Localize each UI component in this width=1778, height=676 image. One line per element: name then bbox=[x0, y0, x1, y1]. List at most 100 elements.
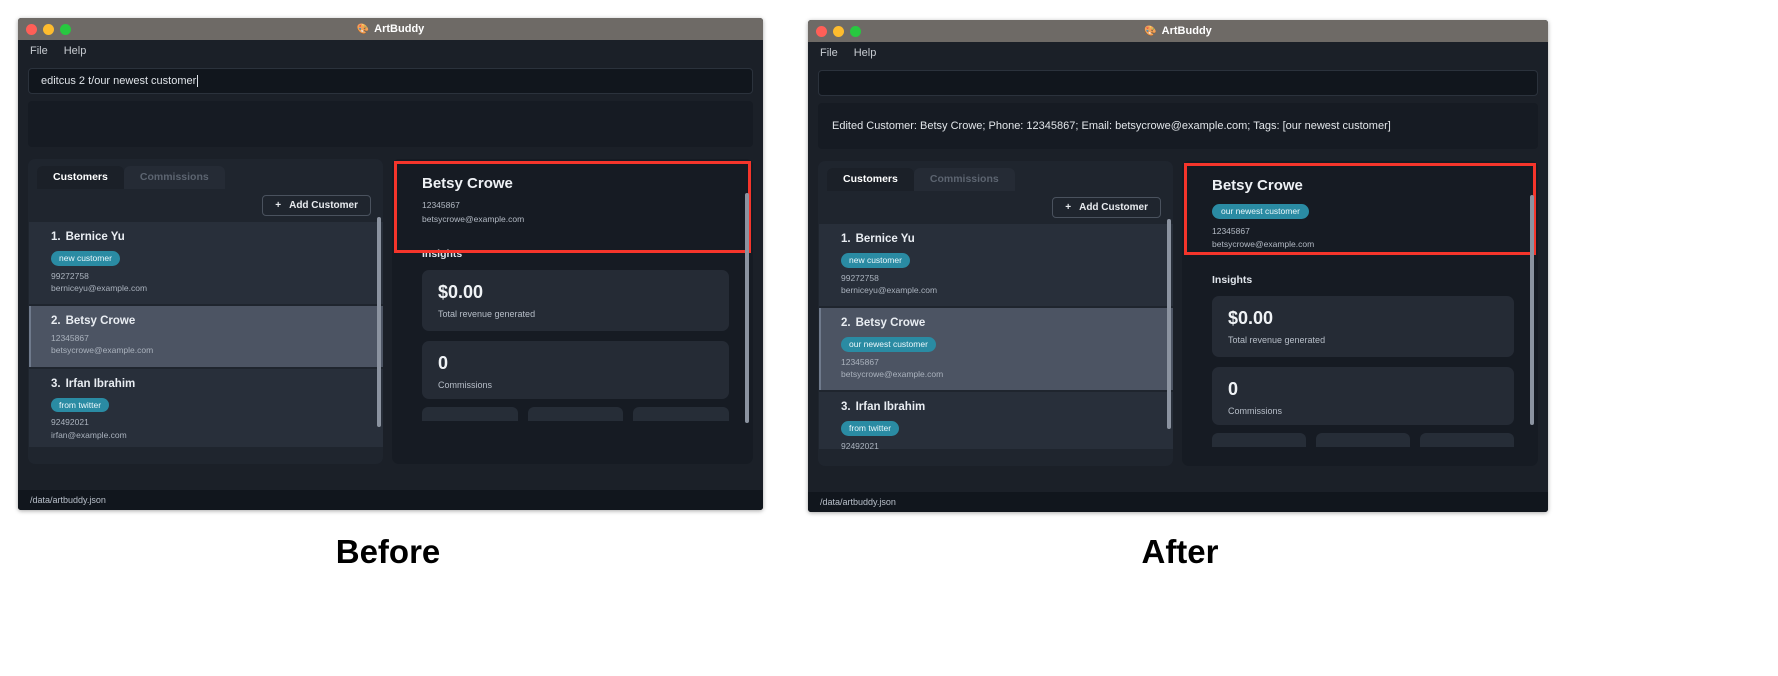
menubar: File Help bbox=[18, 40, 763, 62]
tab-commissions[interactable]: Commissions bbox=[123, 166, 225, 189]
customer-index: 3. bbox=[51, 377, 61, 390]
customer-tag: new customer bbox=[51, 251, 120, 266]
action-button-stub[interactable] bbox=[1316, 432, 1410, 447]
traffic-lights bbox=[26, 23, 71, 35]
customer-name-row: 2. Betsy Crowe bbox=[841, 317, 1173, 329]
insight-label: Commissions bbox=[438, 380, 493, 391]
list-item[interactable]: 3.Irfan Ibrahim from twitter 92492021 ir… bbox=[819, 392, 1173, 449]
insight-value: 0 bbox=[438, 353, 449, 374]
customer-list[interactable]: 1. Bernice Yu new customer 99272758 berni… bbox=[818, 224, 1173, 449]
detail-action-row bbox=[1212, 432, 1514, 447]
main-panels: Customers Commissions + Add Customer 1. B… bbox=[818, 161, 1538, 466]
close-window-icon[interactable] bbox=[816, 25, 827, 37]
after-window: 🎨 ArtBuddy File Help Edited Customer: Be… bbox=[808, 20, 1548, 512]
customer-name-row: 1. Bernice Yu bbox=[841, 233, 1173, 245]
minimize-window-icon[interactable] bbox=[833, 25, 844, 37]
list-item[interactable]: 2. Betsy Crowe our newest customer 123458… bbox=[819, 308, 1173, 391]
command-input[interactable] bbox=[818, 70, 1538, 96]
maximize-window-icon[interactable] bbox=[60, 23, 71, 35]
insight-card-revenue: $0.00 Total revenue generated bbox=[1212, 295, 1514, 357]
action-button-stub[interactable] bbox=[633, 407, 730, 422]
add-customer-row: + Add Customer bbox=[28, 189, 383, 222]
customer-phone: 92492021 bbox=[841, 440, 879, 449]
list-item[interactable]: 2. Betsy Crowe 12345867 betsycrowe@exampl… bbox=[29, 306, 383, 367]
detail-scrollbar[interactable] bbox=[1530, 195, 1534, 425]
maximize-window-icon[interactable] bbox=[850, 25, 861, 37]
action-button-stub[interactable] bbox=[527, 407, 624, 422]
window-title: ArtBuddy bbox=[374, 23, 425, 35]
list-item[interactable]: 1. Bernice Yu new customer 99272758 berni… bbox=[819, 224, 1173, 307]
detail-phone: 12345867 bbox=[422, 200, 460, 210]
customer-phone: 99272758 bbox=[51, 270, 89, 281]
list-item[interactable]: 1. Bernice Yu new customer 99272758 berni… bbox=[29, 222, 383, 305]
caption-after: After bbox=[1141, 533, 1219, 570]
tab-customers[interactable]: Customers bbox=[37, 166, 124, 189]
insights-heading: Insights bbox=[1212, 273, 1253, 286]
detail-customer-name: Betsy Crowe bbox=[1212, 177, 1303, 194]
list-item[interactable]: 3.Irfan Ibrahim from twitter 92492021 ir… bbox=[29, 368, 383, 447]
comparison-stage: 🎨 ArtBuddy File Help editcus 2 t/our new… bbox=[0, 0, 1778, 676]
command-input[interactable]: editcus 2 t/our newest customer bbox=[28, 68, 753, 94]
customer-detail-panel: Betsy Crowe our newest customer 12345867… bbox=[1182, 161, 1538, 466]
add-customer-button[interactable]: + Add Customer bbox=[1052, 197, 1161, 218]
traffic-lights bbox=[816, 25, 861, 37]
insight-label: Commissions bbox=[1228, 405, 1283, 416]
tab-customers[interactable]: Customers bbox=[827, 168, 914, 191]
customer-index: 1. bbox=[51, 231, 61, 243]
customer-list-scrollbar[interactable] bbox=[377, 217, 381, 427]
status-bar: /data/artbuddy.json bbox=[808, 492, 1548, 512]
minimize-window-icon[interactable] bbox=[43, 23, 54, 35]
before-window: 🎨 ArtBuddy File Help editcus 2 t/our new… bbox=[18, 18, 763, 510]
window-title-group: 🎨 ArtBuddy bbox=[808, 25, 1548, 37]
customer-phone: 12345867 bbox=[51, 333, 89, 344]
action-button-stub[interactable] bbox=[422, 407, 518, 422]
customer-name-row: 2. Betsy Crowe bbox=[51, 315, 383, 327]
insight-value: $0.00 bbox=[1228, 307, 1274, 328]
insight-card-commissions: 0 Commissions bbox=[1212, 366, 1514, 425]
action-button-stub[interactable] bbox=[1212, 432, 1306, 447]
palette-icon: 🎨 bbox=[356, 23, 370, 35]
status-message-text: Edited Customer: Betsy Crowe; Phone: 123… bbox=[832, 120, 1391, 132]
insight-value: 0 bbox=[1228, 378, 1239, 399]
window-title: ArtBuddy bbox=[1161, 25, 1212, 37]
text-caret bbox=[197, 75, 199, 87]
detail-header: Betsy Crowe 12345867 betsycrowe@example.… bbox=[392, 159, 753, 238]
add-customer-label: Add Customer bbox=[1079, 202, 1148, 213]
customer-list-scrollbar[interactable] bbox=[1167, 219, 1171, 429]
add-customer-button[interactable]: + Add Customer bbox=[262, 195, 371, 216]
window-title-group: 🎨 ArtBuddy bbox=[18, 23, 763, 35]
customer-index: 2. bbox=[51, 315, 61, 328]
menu-item-help[interactable]: Help bbox=[64, 45, 87, 57]
menu-item-file[interactable]: File bbox=[30, 45, 48, 57]
customer-tag: from twitter bbox=[841, 421, 900, 436]
detail-header: Betsy Crowe our newest customer 12345867… bbox=[1182, 161, 1538, 264]
insight-label: Total revenue generated bbox=[1228, 334, 1326, 345]
detail-email: betsycrowe@example.com bbox=[1212, 239, 1315, 250]
close-window-icon[interactable] bbox=[26, 23, 37, 35]
tab-commissions[interactable]: Commissions bbox=[913, 168, 1015, 191]
customer-list-panel: Customers Commissions + Add Customer 1. B… bbox=[28, 159, 383, 464]
customer-phone: 99272758 bbox=[841, 272, 879, 283]
data-file-path: /data/artbuddy.json bbox=[820, 497, 896, 507]
detail-phone: 12345867 bbox=[1212, 225, 1250, 236]
action-button-stub[interactable] bbox=[1420, 432, 1514, 447]
menu-item-help[interactable]: Help bbox=[854, 47, 877, 59]
menu-item-file[interactable]: File bbox=[820, 47, 838, 59]
plus-icon: + bbox=[275, 199, 282, 211]
status-message-box bbox=[28, 101, 753, 147]
tab-strip: Customers Commissions bbox=[818, 161, 1173, 191]
insight-card-revenue: $0.00 Total revenue generated bbox=[422, 270, 729, 332]
customer-email: betsycrowe@example.com bbox=[51, 345, 154, 356]
customer-name-row: 3. Irfan Ibrahim bbox=[51, 378, 383, 390]
customer-list[interactable]: 1. Bernice Yu new customer 99272758 berni… bbox=[28, 222, 383, 447]
customer-name: Betsy Crowe bbox=[855, 317, 926, 330]
plus-icon: + bbox=[1065, 201, 1072, 213]
detail-scrollbar[interactable] bbox=[745, 193, 749, 423]
menubar: File Help bbox=[808, 42, 1548, 64]
customer-detail-panel: Betsy Crowe 12345867 betsycrowe@example.… bbox=[392, 159, 753, 464]
command-input-value: editcus 2 t/our newest customer bbox=[41, 75, 197, 87]
customer-name-row: 1. Bernice Yu bbox=[51, 231, 383, 243]
customer-email: irfan@example.com bbox=[51, 429, 127, 440]
caption-before: Before bbox=[335, 533, 441, 570]
customer-tag: new customer bbox=[841, 253, 910, 268]
